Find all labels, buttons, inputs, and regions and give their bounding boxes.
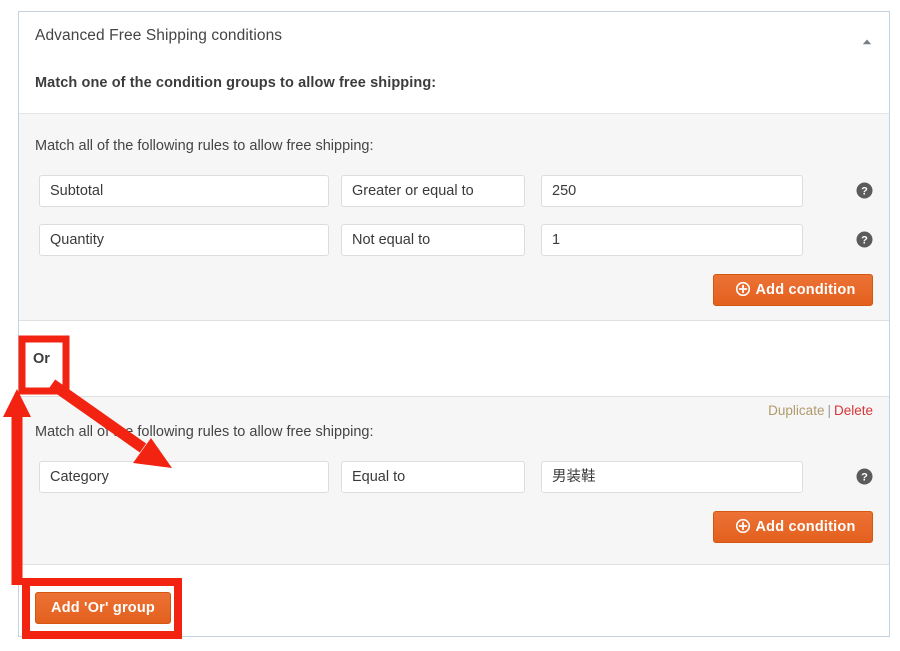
panel-footer: Add 'Or' group [19,565,889,636]
add-condition-button[interactable]: Add condition [713,511,873,543]
group-actions: Duplicate | Delete [768,403,873,418]
add-condition-button[interactable]: Add condition [713,274,873,306]
advanced-free-shipping-panel: Advanced Free Shipping conditions Match … [18,11,890,637]
operator-select[interactable]: Equal to [341,461,525,493]
add-or-group-label: Add 'Or' group [51,600,155,616]
category-value-select[interactable]: 男装鞋 [541,461,803,493]
svg-text:?: ? [861,186,868,198]
rule-row: Subtotal Greater or equal to 250 ? [35,175,873,207]
field-select[interactable]: Subtotal [39,175,329,207]
value-input[interactable]: 250 [541,175,803,207]
circle-plus-icon [736,277,751,307]
add-condition-label: Add condition [755,282,856,298]
page-title: Advanced Free Shipping conditions [35,27,283,44]
group-label: Match all of the following rules to allo… [35,424,374,440]
panel-header: Advanced Free Shipping conditions Match … [19,12,889,114]
field-select[interactable]: Category [39,461,329,493]
value-input[interactable]: 1 [541,224,803,256]
operator-select[interactable]: Not equal to [341,224,525,256]
caret-up-icon[interactable] [859,34,875,50]
circle-plus-icon [736,514,751,544]
svg-text:?: ? [861,472,868,484]
action-separator: | [827,403,831,418]
svg-text:?: ? [861,235,868,247]
add-or-group-button[interactable]: Add 'Or' group [35,592,171,624]
operator-select[interactable]: Greater or equal to [341,175,525,207]
duplicate-link[interactable]: Duplicate [768,403,824,418]
group-label: Match all of the following rules to allo… [35,138,374,154]
field-select[interactable]: Quantity [39,224,329,256]
delete-link[interactable]: Delete [834,403,873,418]
add-condition-label: Add condition [755,519,856,535]
rule-row: Category Equal to 男装鞋 ? [35,461,873,493]
or-separator-band: Or [19,321,889,397]
help-circle-icon[interactable]: ? [856,182,873,199]
condition-group-2: Duplicate | Delete Match all of the follow… [19,397,889,565]
panel-subtitle: Match one of the condition groups to all… [35,75,437,91]
help-circle-icon[interactable]: ? [856,231,873,248]
or-label: Or [33,351,50,367]
rule-row: Quantity Not equal to 1 ? [35,224,873,256]
help-circle-icon[interactable]: ? [856,468,873,485]
condition-group-1: Match all of the following rules to allo… [19,114,889,321]
